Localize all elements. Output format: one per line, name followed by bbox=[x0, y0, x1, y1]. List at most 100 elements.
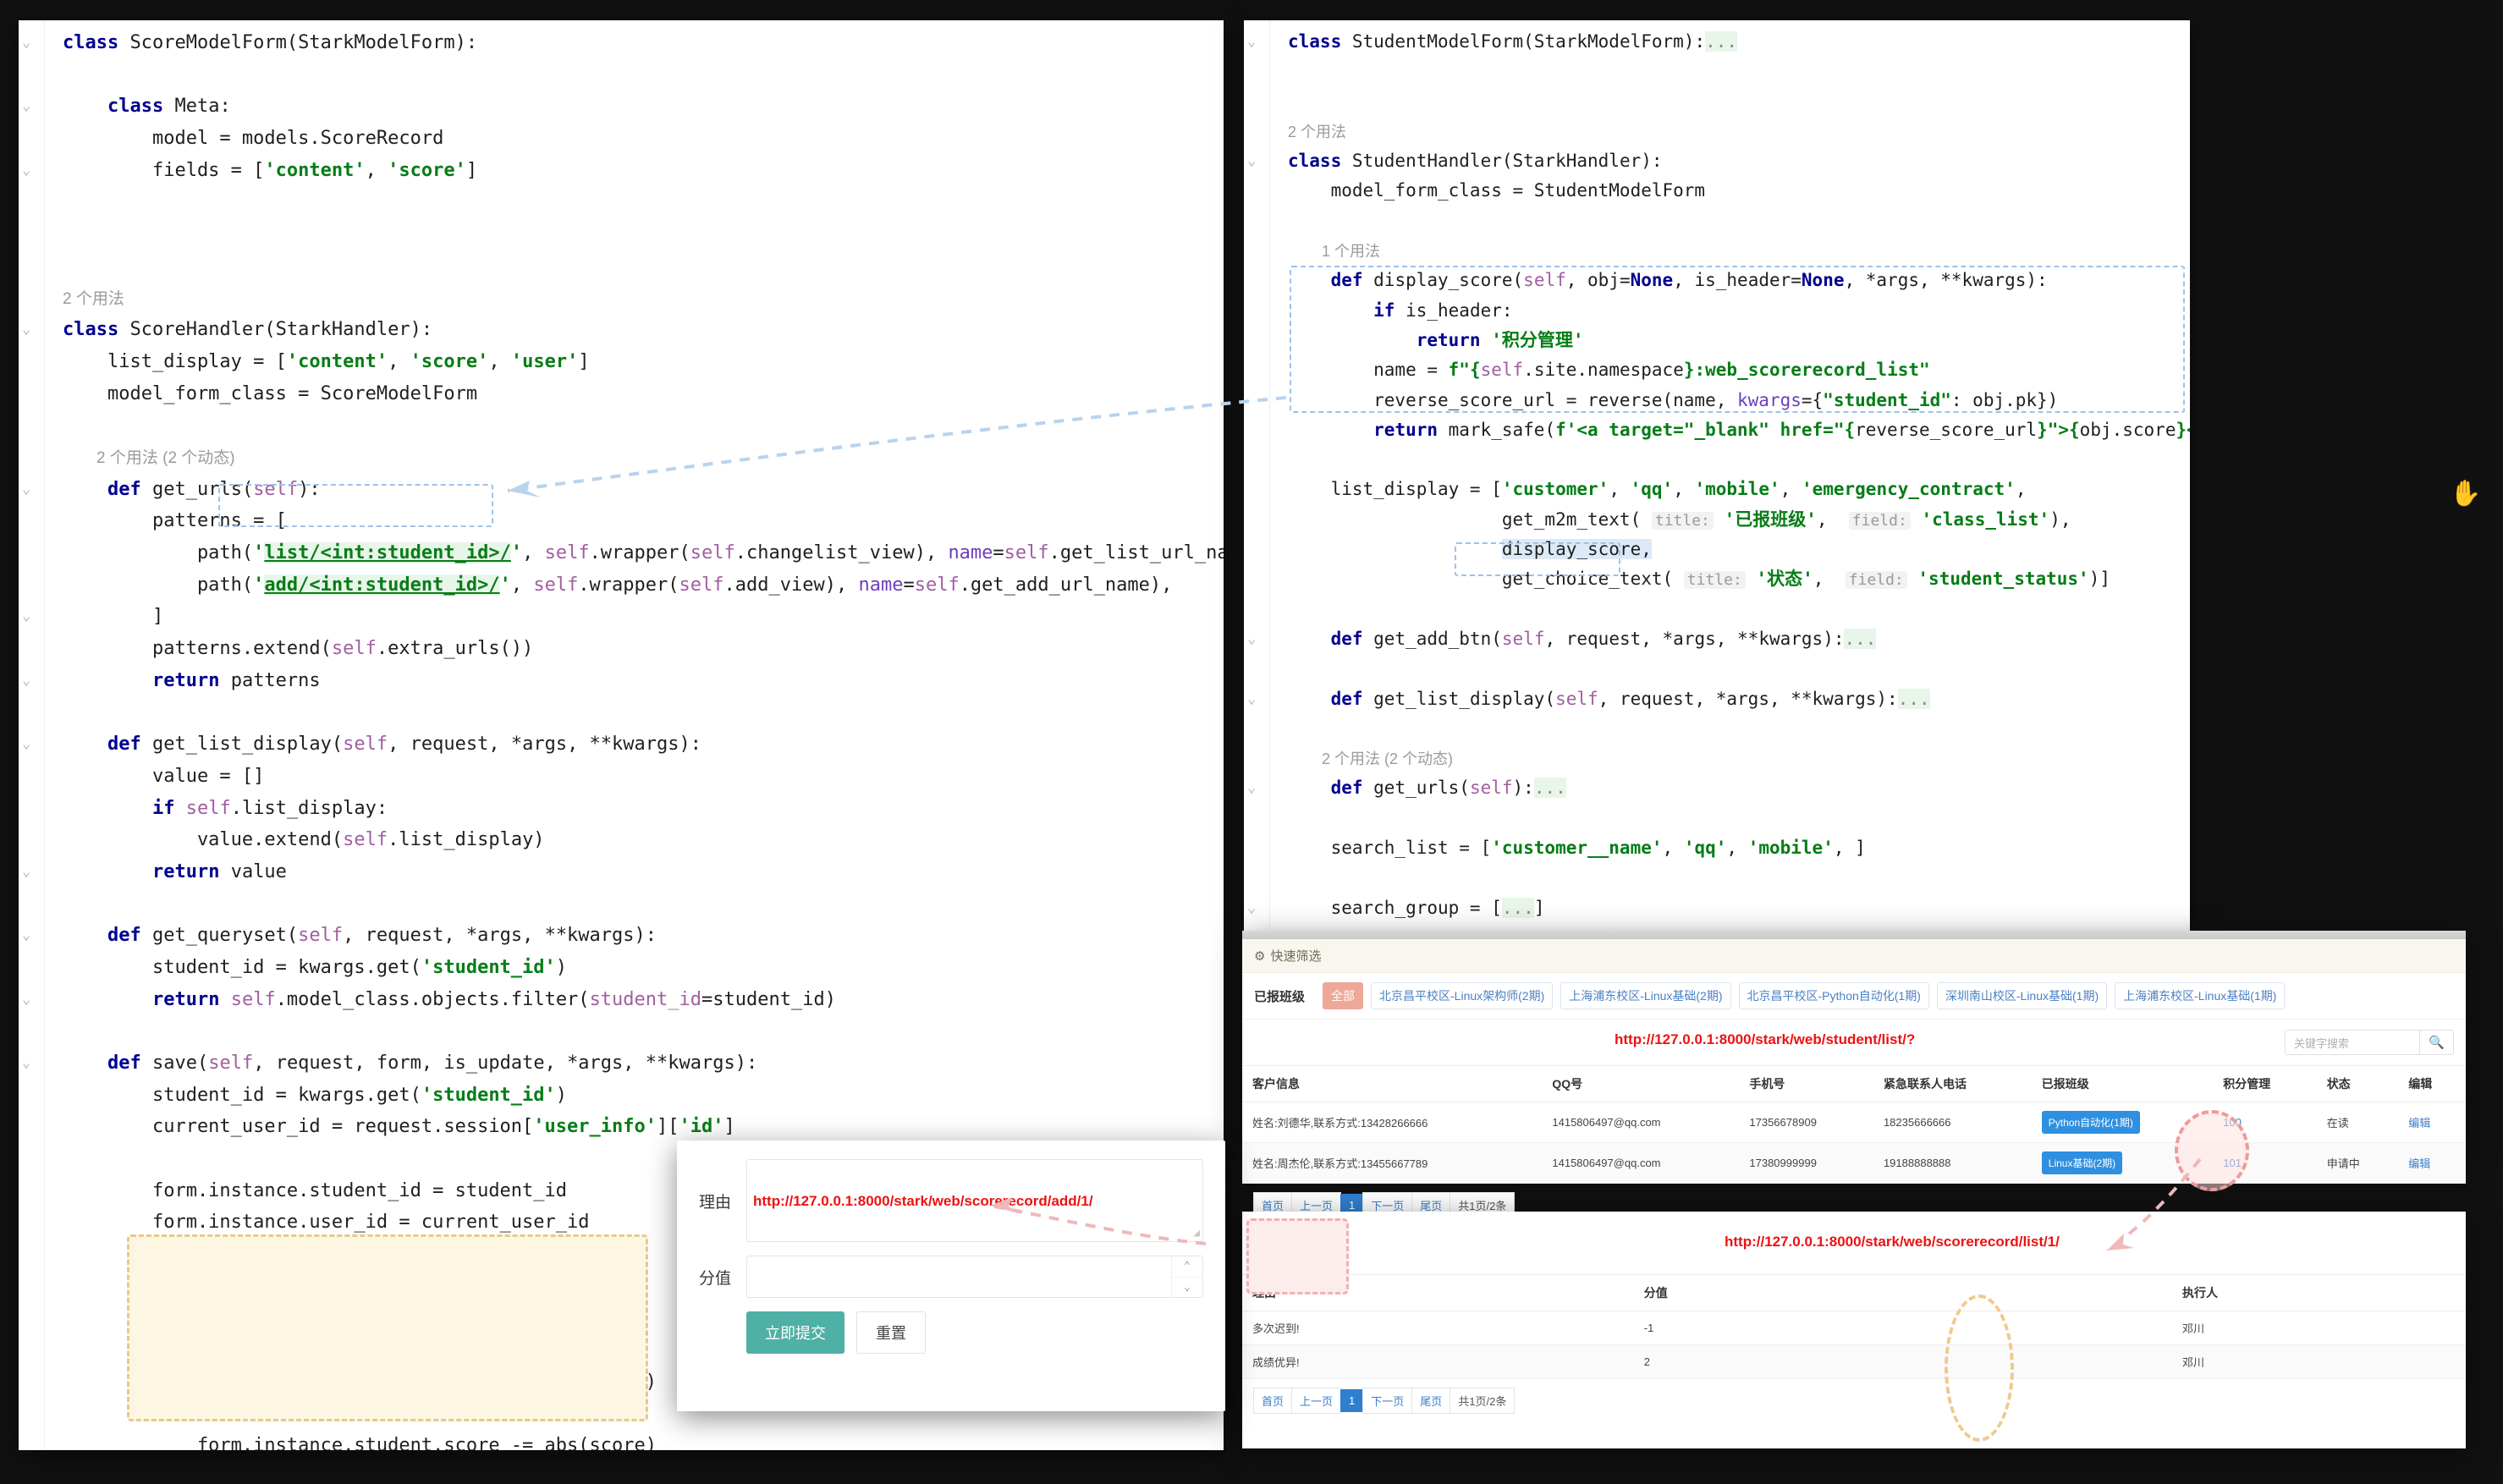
table-row[interactable]: 姓名:周杰伦,联系方式:134556677891415806497@qq.com… bbox=[1242, 1143, 2466, 1184]
code-line[interactable] bbox=[44, 1015, 1224, 1047]
code-line[interactable]: ⌄ class Meta: bbox=[44, 91, 1224, 123]
scorerecord-pager[interactable]: 首页上一页1下一页尾页共1页/2条 bbox=[1242, 1379, 2466, 1422]
code-line[interactable]: student_id = kwargs.get('student_id') bbox=[44, 952, 1224, 984]
code-line[interactable]: list_display = ['customer', 'qq', 'mobil… bbox=[1269, 475, 2190, 504]
fold-marker-icon[interactable]: ⌄ bbox=[22, 91, 30, 123]
code-line[interactable]: ⌄ return self.model_class.objects.filter… bbox=[44, 984, 1224, 1016]
number-stepper[interactable]: ⌃ ⌄ bbox=[1171, 1256, 1202, 1297]
code-line[interactable]: get_m2m_text( title: '已报班级', field: 'cla… bbox=[1269, 505, 2190, 535]
pager-item[interactable]: 上一页 bbox=[1291, 1388, 1341, 1414]
code-line[interactable]: ⌄ def get_urls(self):... bbox=[1269, 773, 2190, 803]
code-line[interactable] bbox=[1269, 714, 2190, 744]
fold-marker-icon[interactable]: ⌄ bbox=[1247, 624, 1256, 654]
code-line[interactable] bbox=[1269, 57, 2190, 86]
code-line[interactable] bbox=[44, 696, 1224, 728]
code-line[interactable]: def display_score(self, obj=None, is_hea… bbox=[1269, 266, 2190, 295]
code-line[interactable]: get_choice_text( title: '状态', field: 'st… bbox=[1269, 564, 2190, 594]
code-line[interactable]: model = models.ScoreRecord bbox=[44, 123, 1224, 155]
fold-marker-icon[interactable]: ⌄ bbox=[1247, 146, 1256, 176]
code-line[interactable]: model_form_class = StudentModelForm bbox=[1269, 176, 2190, 206]
code-line[interactable]: if self.list_display: bbox=[44, 793, 1224, 825]
code-line[interactable] bbox=[1269, 206, 2190, 236]
code-line[interactable]: ⌄ fields = ['content', 'score'] bbox=[44, 155, 1224, 187]
filter-tag[interactable]: 深圳南山校区-Linux基础(1期) bbox=[1937, 982, 2107, 1009]
fold-marker-icon[interactable]: ⌄ bbox=[22, 984, 30, 1016]
code-line[interactable] bbox=[1269, 595, 2190, 624]
code-line[interactable] bbox=[1269, 445, 2190, 475]
code-line[interactable]: display_score, bbox=[1269, 535, 2190, 564]
code-line[interactable] bbox=[44, 59, 1224, 91]
code-line[interactable]: ⌄ def get_add_btn(self, request, *args, … bbox=[1269, 624, 2190, 654]
code-line[interactable] bbox=[1269, 804, 2190, 833]
code-line[interactable]: ⌄class ScoreHandler(StarkHandler): bbox=[44, 314, 1224, 346]
fold-marker-icon[interactable]: ⌄ bbox=[1247, 684, 1256, 714]
code-line[interactable]: if is_header: bbox=[1269, 296, 2190, 326]
filter-tag[interactable]: 全部 bbox=[1323, 982, 1363, 1009]
fold-marker-icon[interactable]: ⌄ bbox=[1247, 893, 1256, 923]
fold-marker-icon[interactable]: ⌄ bbox=[22, 155, 30, 187]
search-input-student[interactable]: 关键字搜索 bbox=[2285, 1030, 2420, 1055]
resize-grip-icon[interactable]: ◢ bbox=[1193, 1227, 1200, 1239]
filter-tag[interactable]: 上海浦东校区-Linux基础(2期) bbox=[1560, 982, 1730, 1009]
code-line[interactable]: list_display = ['content', 'score', 'use… bbox=[44, 346, 1224, 378]
fold-marker-icon[interactable]: ⌄ bbox=[22, 27, 30, 59]
code-line[interactable]: ⌄ return patterns bbox=[44, 665, 1224, 697]
browser-window-student-list[interactable]: ⚙ 快速筛选 已报班级 全部北京昌平校区-Linux架构师(2期)上海浦东校区-… bbox=[1242, 931, 2466, 1156]
code-line[interactable] bbox=[44, 218, 1224, 250]
code-lines-right[interactable]: ⌄class StudentModelForm(StarkModelForm):… bbox=[1269, 20, 2190, 931]
code-line[interactable]: 1 个用法 bbox=[1269, 236, 2190, 266]
code-line[interactable]: ⌄ ] bbox=[44, 601, 1224, 633]
code-line[interactable]: patterns = [ bbox=[44, 505, 1224, 537]
class-badge[interactable]: Python自动化(1期) bbox=[2042, 1111, 2140, 1134]
code-line[interactable]: search_list = ['customer__name', 'qq', '… bbox=[1269, 833, 2190, 863]
fold-marker-icon[interactable]: ⌄ bbox=[22, 601, 30, 633]
scorerecord-add-form-window[interactable]: 理由 ◢ 分值 ⌃ ⌄ 立即提交 重置 http://12 bbox=[677, 1140, 1225, 1411]
pager-item[interactable]: 1 bbox=[1340, 1389, 1363, 1412]
code-line[interactable]: 2 个用法 (2 个动态) bbox=[1269, 744, 2190, 773]
submit-button[interactable]: 立即提交 bbox=[746, 1311, 844, 1354]
fold-marker-icon[interactable]: ⌄ bbox=[22, 856, 30, 888]
code-line[interactable]: 2 个用法 (2 个动态) bbox=[44, 442, 1224, 474]
code-line[interactable] bbox=[1269, 87, 2190, 117]
cell-link[interactable]: 编辑 bbox=[2408, 1117, 2430, 1129]
code-line[interactable]: ⌄ def get_list_display(self, request, *a… bbox=[1269, 684, 2190, 714]
pager-item[interactable]: 首页 bbox=[1253, 1388, 1292, 1414]
code-line[interactable]: value.extend(self.list_display) bbox=[44, 824, 1224, 856]
code-line[interactable]: form.instance.student.score -= abs(score… bbox=[44, 1430, 1224, 1450]
code-line[interactable]: value = [] bbox=[44, 761, 1224, 793]
fold-marker-icon[interactable]: ⌄ bbox=[22, 1047, 30, 1080]
table-cell[interactable]: 编辑 bbox=[2398, 1102, 2466, 1143]
cell-link[interactable]: 编辑 bbox=[2408, 1157, 2430, 1170]
code-line[interactable]: ⌄class ScoreModelForm(StarkModelForm): bbox=[44, 27, 1224, 59]
chevron-up-icon[interactable]: ⌃ bbox=[1172, 1256, 1202, 1278]
table-cell[interactable]: 编辑 bbox=[2398, 1143, 2466, 1184]
filter-tag[interactable]: 北京昌平校区-Python自动化(1期) bbox=[1739, 982, 1929, 1009]
code-line[interactable]: ⌄ def get_list_display(self, request, *a… bbox=[44, 728, 1224, 761]
fold-marker-icon[interactable]: ⌄ bbox=[22, 920, 30, 952]
fold-marker-icon[interactable]: ⌄ bbox=[22, 474, 30, 506]
code-editor-right[interactable]: ⌄class StudentModelForm(StarkModelForm):… bbox=[1244, 20, 2190, 931]
code-line[interactable]: patterns.extend(self.extra_urls()) bbox=[44, 633, 1224, 665]
filter-tag[interactable]: 上海浦东校区-Linux基础(1期) bbox=[2115, 982, 2285, 1009]
code-line[interactable]: 2 个用法 bbox=[1269, 117, 2190, 146]
fold-marker-icon[interactable]: ⌄ bbox=[22, 314, 30, 346]
value-number-input[interactable]: ⌃ ⌄ bbox=[746, 1256, 1203, 1298]
code-line[interactable] bbox=[1269, 863, 2190, 893]
pager-item[interactable]: 尾页 bbox=[1411, 1388, 1450, 1414]
chevron-down-icon[interactable]: ⌄ bbox=[1172, 1278, 1202, 1298]
fold-marker-icon[interactable]: ⌄ bbox=[1247, 773, 1256, 803]
table-row[interactable]: 姓名:刘德华,联系方式:134282666661415806497@qq.com… bbox=[1242, 1102, 2466, 1143]
fold-marker-icon[interactable]: ⌄ bbox=[22, 665, 30, 697]
code-line[interactable]: reverse_score_url = reverse(name, kwargs… bbox=[1269, 386, 2190, 415]
code-line[interactable]: ⌄class StudentModelForm(StarkModelForm):… bbox=[1269, 27, 2190, 57]
code-line[interactable]: ⌄ return value bbox=[44, 856, 1224, 888]
code-line[interactable]: name = f"{self.site.namespace}:web_score… bbox=[1269, 355, 2190, 385]
table-row[interactable]: 成绩优异!2邓川 bbox=[1242, 1345, 2466, 1379]
code-line[interactable]: ⌄ def save(self, request, form, is_updat… bbox=[44, 1047, 1224, 1080]
browser-window-scorerecord-list[interactable]: ＋ 新建 http://127.0.0.1:8000/stark/web/sco… bbox=[1242, 1212, 2466, 1448]
code-line[interactable]: return mark_safe(f'<a target="_blank" hr… bbox=[1269, 415, 2190, 445]
fold-marker-icon[interactable]: ⌄ bbox=[1247, 27, 1256, 57]
filter-tag-group[interactable]: 全部北京昌平校区-Linux架构师(2期)上海浦东校区-Linux基础(2期)北… bbox=[1323, 982, 2285, 1009]
code-line[interactable]: ⌄ search_group = [...] bbox=[1269, 893, 2190, 923]
code-line[interactable]: return '积分管理' bbox=[1269, 326, 2190, 355]
